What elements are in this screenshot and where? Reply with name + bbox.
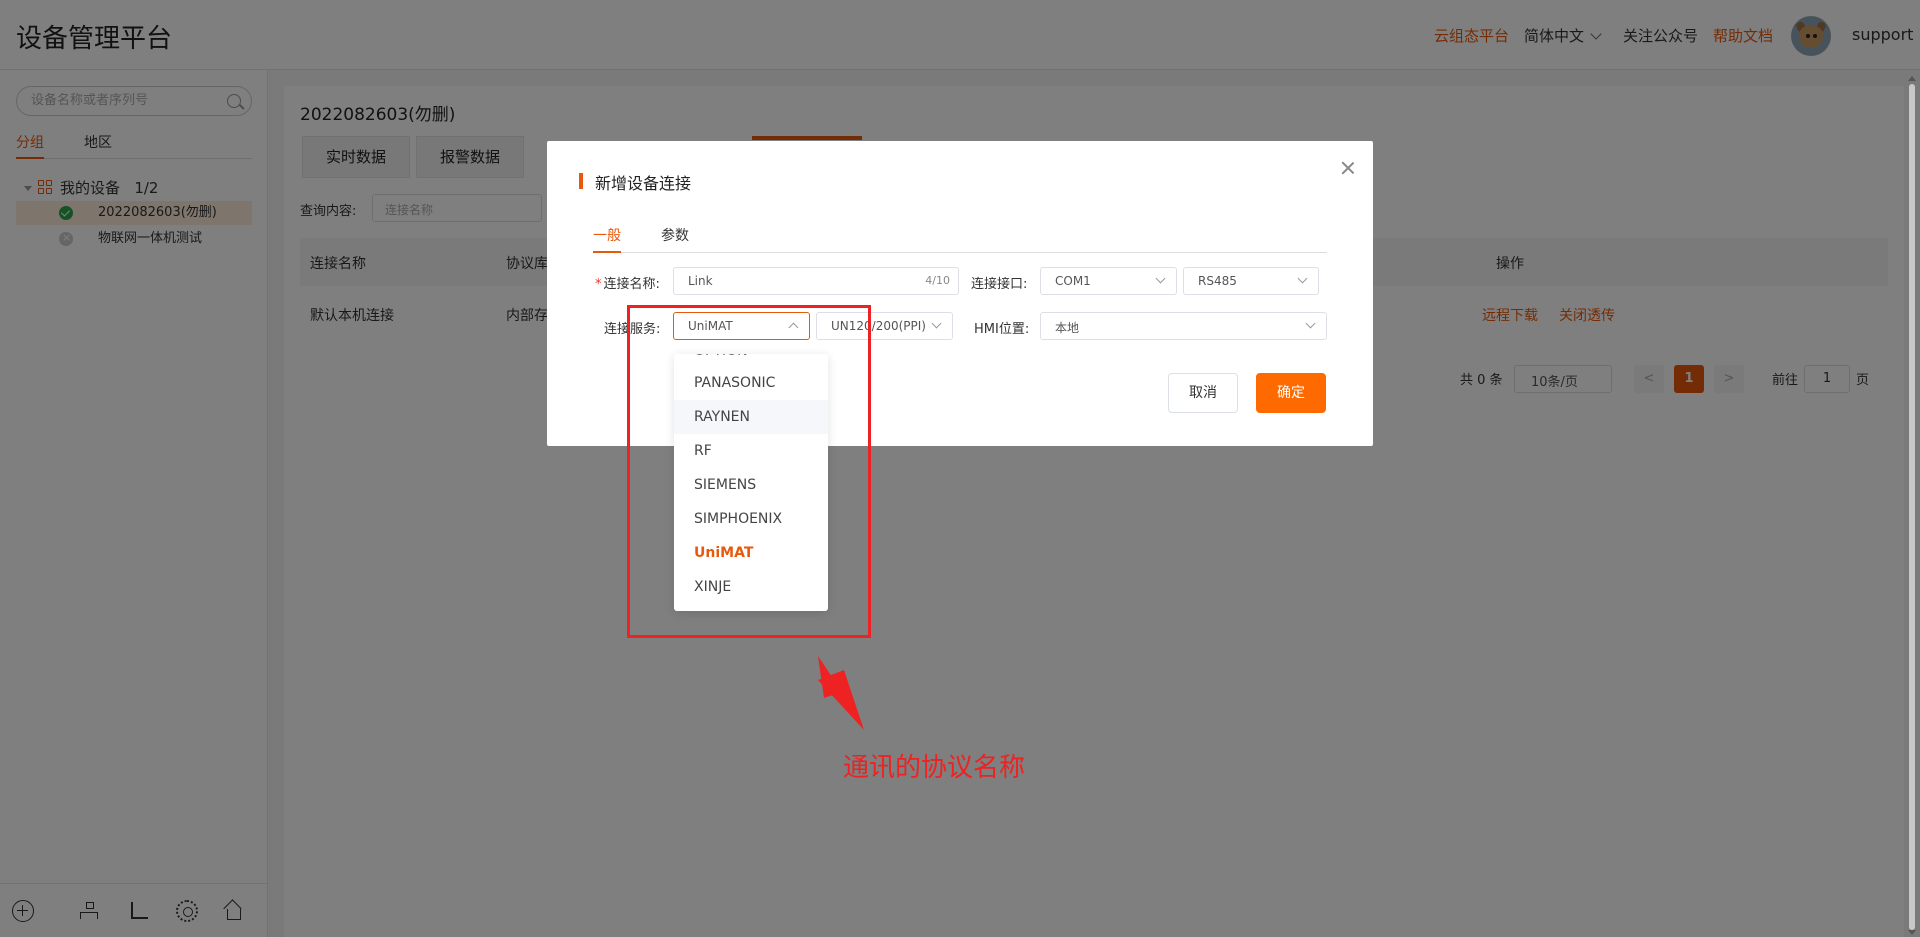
annotation-text: 通讯的协议名称 bbox=[843, 753, 1026, 783]
annotation-arrow-icon bbox=[818, 656, 864, 730]
